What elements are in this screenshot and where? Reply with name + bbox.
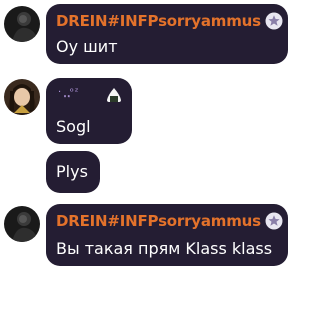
star-badge-icon — [265, 212, 283, 230]
message-text: Оу шит — [56, 37, 118, 56]
sender-row: DREIN#INFPsorryammus — [56, 212, 283, 230]
onigiri-icon — [106, 87, 122, 103]
sender-name[interactable]: DREIN#INFPsorryammus — [56, 12, 261, 30]
star-badge-icon — [265, 12, 283, 30]
avatar-drein[interactable] — [4, 6, 40, 42]
sender-row: DREIN#INFPsorryammus — [56, 12, 283, 30]
message-bubble[interactable]: Plys — [46, 151, 100, 193]
sender-name[interactable]: · ̥͙ ̥͙ᵒᶻ — [58, 87, 80, 98]
avatar-drein[interactable] — [4, 206, 40, 242]
message-text: Вы такая прям Klass klass — [56, 239, 273, 258]
message-text: Plys — [56, 162, 88, 181]
message-text: Sogl — [56, 117, 91, 136]
sender-name[interactable]: DREIN#INFPsorryammus — [56, 212, 261, 230]
message-bubble[interactable]: · ̥͙ ̥͙ᵒᶻ Sogl — [46, 78, 132, 144]
message-bubble[interactable]: DREIN#INFPsorryammus Оу шит — [46, 4, 288, 64]
message-bubble[interactable]: DREIN#INFPsorryammus Вы такая прям Klass… — [46, 204, 288, 266]
avatar-user2[interactable] — [4, 79, 40, 115]
